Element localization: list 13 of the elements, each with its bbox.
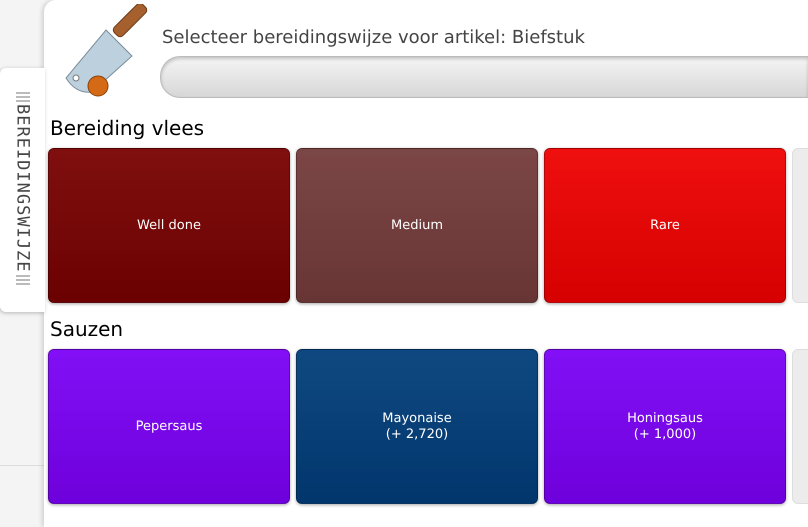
section-heading: Sauzen: [50, 317, 124, 341]
option-button[interactable]: Rare: [544, 148, 786, 303]
input-field[interactable]: [160, 56, 808, 98]
grip-icon: [14, 92, 30, 102]
dialog-title: Selecteer bereidingswijze voor artikel: Biefstuk: [162, 27, 585, 48]
option-button[interactable]: Honingsaus (+ 1,000): [544, 349, 786, 504]
section-heading: Bereiding vlees: [50, 116, 204, 140]
side-tab[interactable]: BEREIDINGSWIJZE: [0, 68, 45, 312]
option-button[interactable]: Mayonaise (+ 2,720): [296, 349, 538, 504]
option-button[interactable]: Pepersaus: [48, 349, 290, 504]
option-button[interactable]: Well done: [48, 148, 290, 303]
option-button[interactable]: Medium: [296, 148, 538, 303]
grip-icon: [14, 274, 30, 285]
